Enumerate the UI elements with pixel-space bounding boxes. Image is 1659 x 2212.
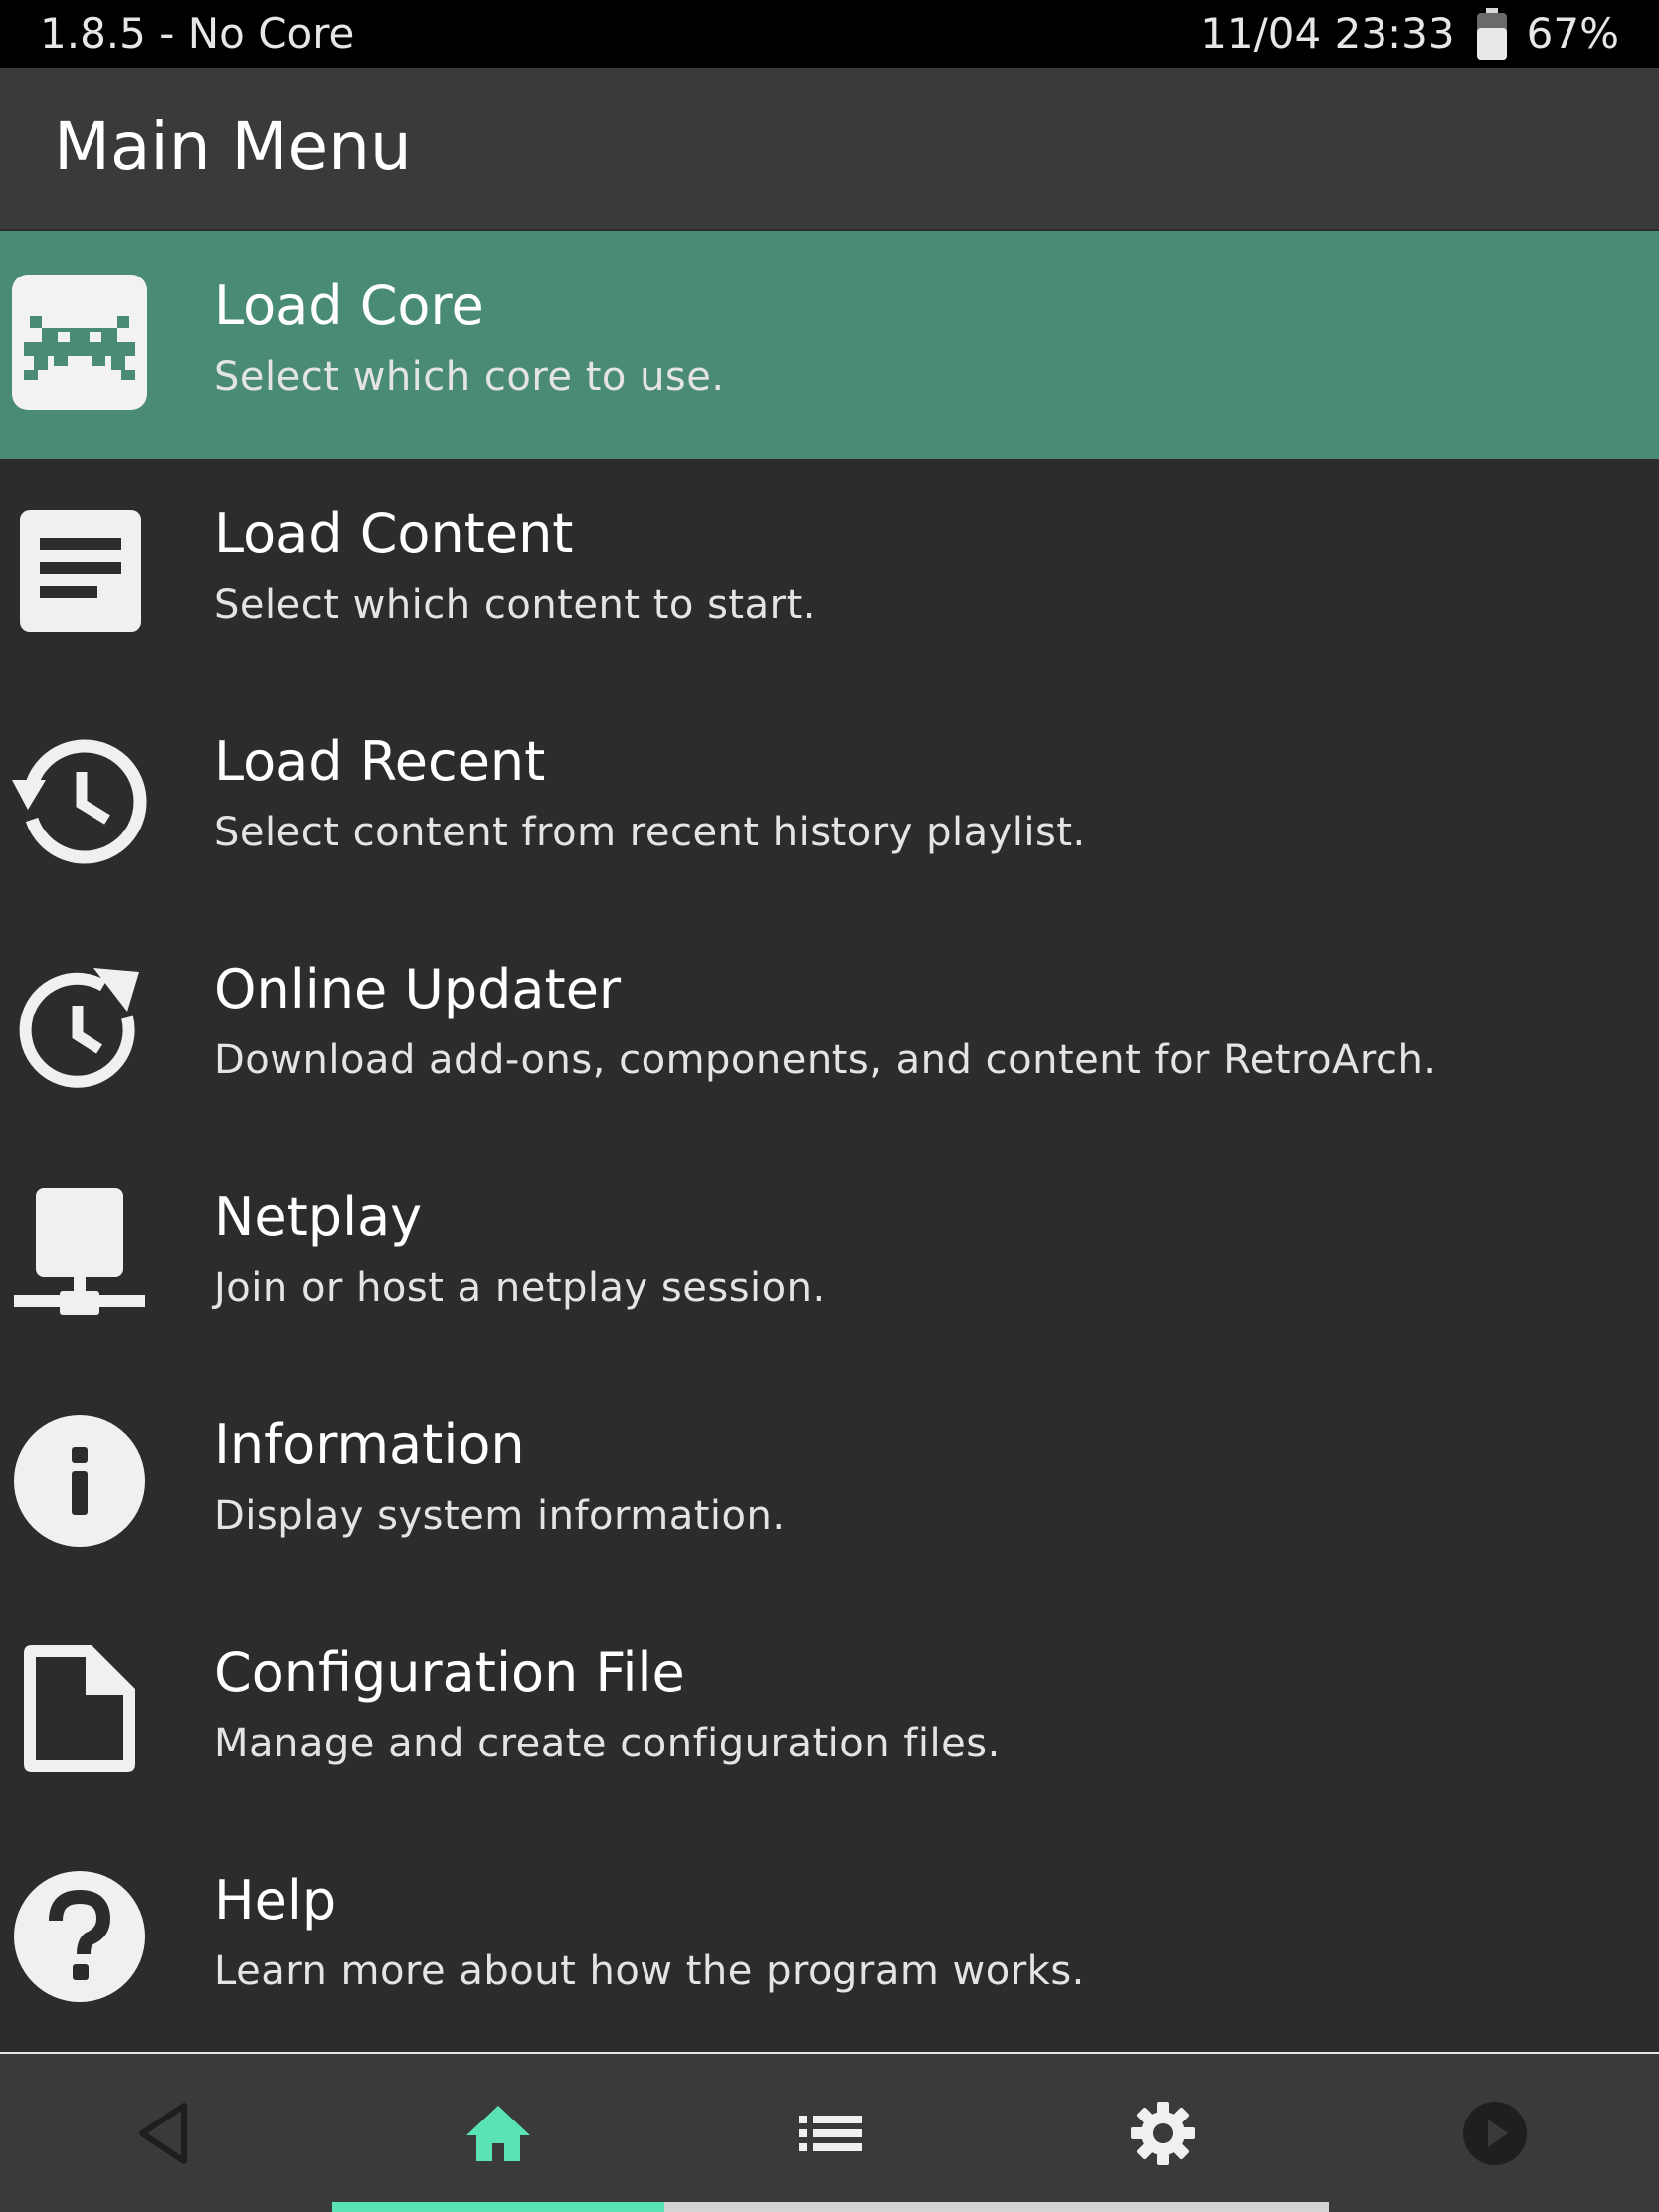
history-icon bbox=[10, 728, 149, 867]
tab-back[interactable] bbox=[0, 2054, 332, 2212]
bottom-nav bbox=[0, 2054, 1659, 2212]
status-right-group: 11/04 23:33 67% bbox=[1200, 8, 1619, 60]
menu-item-label: Netplay bbox=[214, 1186, 423, 1248]
menu-item-label: Information bbox=[214, 1413, 525, 1476]
menu-item-sublabel: Manage and create configuration files. bbox=[214, 1721, 1001, 1766]
menu-item-online-updater[interactable]: Online Updater Download add-ons, compone… bbox=[0, 914, 1659, 1142]
tab-resume[interactable] bbox=[1329, 2054, 1659, 2212]
menu-item-sublabel: Select which content to start. bbox=[214, 582, 816, 628]
tab-indicator-active bbox=[332, 2202, 664, 2212]
page-title: Main Menu bbox=[54, 108, 412, 185]
file-icon bbox=[10, 1639, 149, 1778]
resume-icon bbox=[1463, 2102, 1527, 2165]
tab-settings[interactable] bbox=[997, 2054, 1329, 2212]
menu-item-label: Online Updater bbox=[214, 958, 622, 1020]
status-bar: 1.8.5 - No Core 11/04 23:33 67% bbox=[0, 0, 1659, 68]
settings-icon bbox=[1131, 2102, 1195, 2165]
menu-item-sublabel: Display system information. bbox=[214, 1493, 786, 1539]
update-icon bbox=[10, 956, 149, 1095]
menu-item-sublabel: Learn more about how the program works. bbox=[214, 1948, 1085, 1994]
menu-item-configuration-file[interactable]: Configuration File Manage and create con… bbox=[0, 1597, 1659, 1825]
menu-item-load-core[interactable]: Load Core Select which core to use. bbox=[0, 231, 1659, 459]
menu-item-load-recent[interactable]: Load Recent Select content from recent h… bbox=[0, 686, 1659, 914]
menu-item-label: Configuration File bbox=[214, 1641, 685, 1704]
playlist-icon bbox=[799, 2116, 862, 2151]
battery-percent-label: 67% bbox=[1526, 9, 1619, 58]
menu-item-sublabel: Join or host a netplay session. bbox=[214, 1265, 826, 1311]
version-core-label: 1.8.5 - No Core bbox=[40, 9, 355, 58]
menu-item-label: Load Recent bbox=[214, 730, 546, 793]
menu-item-load-content[interactable]: Load Content Select which content to sta… bbox=[0, 459, 1659, 686]
help-icon bbox=[10, 1867, 149, 2006]
retroarch-invader-icon bbox=[10, 273, 149, 412]
menu-item-sublabel: Select which core to use. bbox=[214, 354, 725, 400]
tab-playlists[interactable] bbox=[664, 2054, 997, 2212]
menu-item-information[interactable]: Information Display system information. bbox=[0, 1370, 1659, 1597]
menu-item-sublabel: Select content from recent history playl… bbox=[214, 810, 1086, 855]
menu-item-sublabel: Download add-ons, components, and conten… bbox=[214, 1037, 1437, 1083]
title-bar: Main Menu bbox=[0, 68, 1659, 229]
datetime-label: 11/04 23:33 bbox=[1200, 9, 1455, 58]
tab-home[interactable] bbox=[332, 2054, 664, 2212]
network-icon bbox=[10, 1184, 149, 1323]
back-icon bbox=[139, 2103, 187, 2164]
menu-item-label: Help bbox=[214, 1869, 337, 1932]
menu-item-label: Load Content bbox=[214, 502, 574, 565]
battery-icon bbox=[1476, 8, 1507, 60]
menu-item-help[interactable]: Help Learn more about how the program wo… bbox=[0, 1825, 1659, 2053]
main-menu-list: Load Core Select which core to use. Load… bbox=[0, 231, 1659, 2053]
home-icon bbox=[466, 2106, 530, 2161]
info-icon bbox=[10, 1411, 149, 1551]
menu-item-netplay[interactable]: Netplay Join or host a netplay session. bbox=[0, 1142, 1659, 1370]
document-lines-icon bbox=[10, 500, 149, 640]
menu-item-label: Load Core bbox=[214, 275, 484, 337]
